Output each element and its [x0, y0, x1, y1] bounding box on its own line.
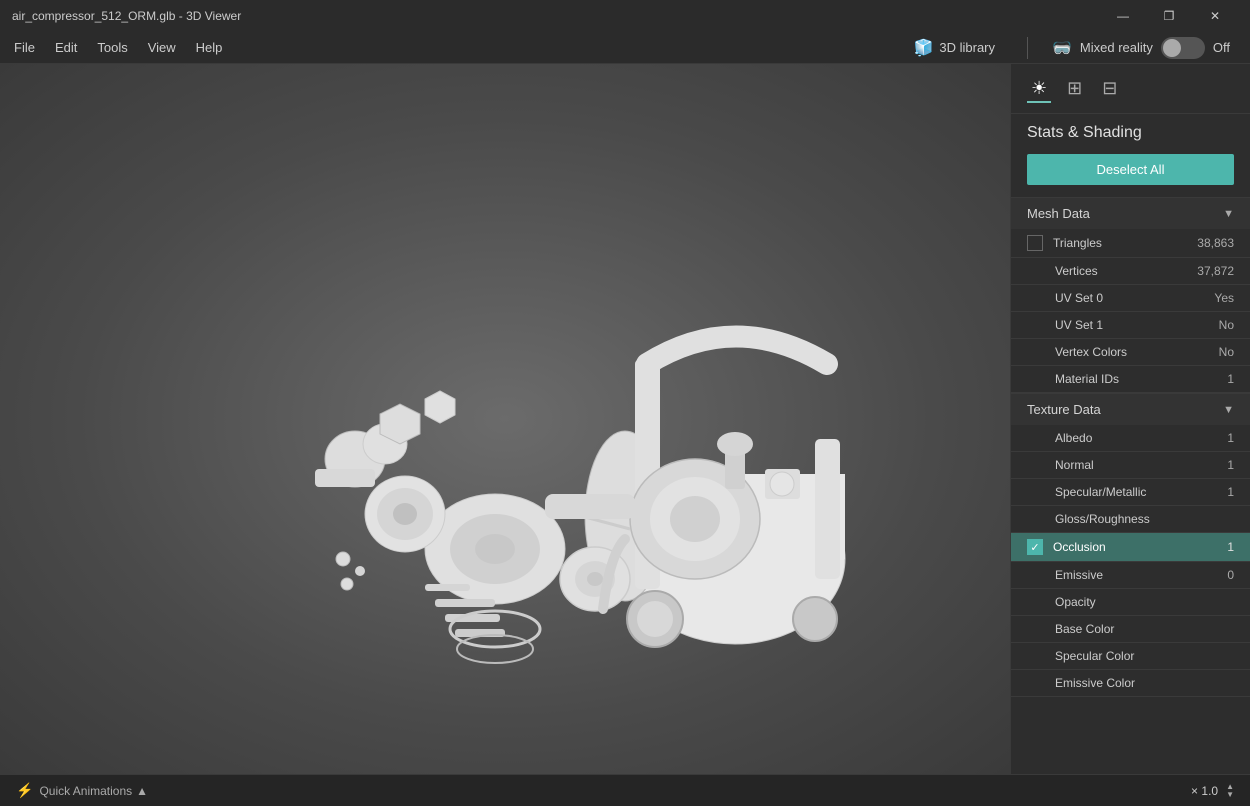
specular-metallic-label: Specular/Metallic	[1055, 485, 1227, 499]
bottom-right: × 1.0 ▲ ▼	[1191, 783, 1234, 799]
grid-icon[interactable]: ⊞	[1063, 74, 1086, 103]
triangles-label: Triangles	[1053, 236, 1197, 250]
table-row: Specular Color	[1011, 643, 1250, 670]
mixed-reality-state: Off	[1213, 40, 1230, 55]
vertex-colors-label: Vertex Colors	[1055, 345, 1219, 359]
zoom-value: × 1.0	[1191, 784, 1218, 798]
mixed-reality-area: 🥽 Mixed reality Off	[1052, 37, 1230, 59]
right-panel: ☀ ⊞ ⊟ Stats & Shading Deselect All Mesh …	[1010, 64, 1250, 774]
normal-value: 1	[1227, 458, 1234, 472]
menu-tools[interactable]: Tools	[87, 36, 137, 59]
3d-library-button[interactable]: 🧊 3D library	[905, 34, 1003, 62]
vertices-label: Vertices	[1055, 264, 1197, 278]
occlusion-label: Occlusion	[1053, 540, 1227, 554]
window-controls: — ❐ ✕	[1100, 0, 1238, 32]
uvset0-value: Yes	[1214, 291, 1234, 305]
table-row: Triangles 38,863	[1011, 229, 1250, 258]
main-area: ☀ ⊞ ⊟ Stats & Shading Deselect All Mesh …	[0, 64, 1250, 774]
animations-chevron-up[interactable]: ▲	[136, 784, 148, 798]
menu-help[interactable]: Help	[186, 36, 233, 59]
specular-color-label: Specular Color	[1055, 649, 1234, 663]
bottom-bar: ⚡ Quick Animations ▲ × 1.0 ▲ ▼	[0, 774, 1250, 806]
uvset0-label: UV Set 0	[1055, 291, 1214, 305]
occlusion-checkbox[interactable]	[1027, 539, 1043, 555]
animations-icon: ⚡	[16, 782, 33, 799]
mixed-reality-icon: 🥽	[1052, 38, 1072, 58]
mixed-reality-label: Mixed reality	[1080, 40, 1153, 55]
menubar-right: 🧊 3D library 🥽 Mixed reality Off	[905, 34, 1246, 62]
normal-label: Normal	[1055, 458, 1227, 472]
table-row: Base Color	[1011, 616, 1250, 643]
albedo-label: Albedo	[1055, 431, 1227, 445]
deselect-all-button[interactable]: Deselect All	[1027, 154, 1234, 185]
table-row: UV Set 1 No	[1011, 312, 1250, 339]
table-row: Vertices 37,872	[1011, 258, 1250, 285]
gloss-roughness-label: Gloss/Roughness	[1055, 512, 1234, 526]
triangles-value: 38,863	[1197, 236, 1234, 250]
table-row: Specular/Metallic 1	[1011, 479, 1250, 506]
separator	[1027, 37, 1028, 59]
material-ids-value: 1	[1227, 372, 1234, 386]
vertex-colors-value: No	[1219, 345, 1234, 359]
table-row: Opacity	[1011, 589, 1250, 616]
table-row: Vertex Colors No	[1011, 339, 1250, 366]
material-ids-label: Material IDs	[1055, 372, 1227, 386]
mesh-data-label: Mesh Data	[1027, 206, 1090, 221]
menu-bar: File Edit Tools View Help 🧊 3D library 🥽…	[0, 32, 1250, 64]
library-icon: 🧊	[913, 38, 933, 58]
base-color-label: Base Color	[1055, 622, 1234, 636]
minimize-button[interactable]: —	[1100, 0, 1146, 32]
emissive-color-label: Emissive Color	[1055, 676, 1234, 690]
menu-edit[interactable]: Edit	[45, 36, 87, 59]
occlusion-value: 1	[1227, 540, 1234, 554]
opacity-label: Opacity	[1055, 595, 1234, 609]
table-row: Gloss/Roughness	[1011, 506, 1250, 533]
emissive-label: Emissive	[1055, 568, 1227, 582]
specular-metallic-value: 1	[1227, 485, 1234, 499]
mesh-data-header[interactable]: Mesh Data ▼	[1011, 197, 1250, 229]
table-row: Normal 1	[1011, 452, 1250, 479]
emissive-value: 0	[1227, 568, 1234, 582]
table-row: UV Set 0 Yes	[1011, 285, 1250, 312]
app-title: air_compressor_512_ORM.glb - 3D Viewer	[12, 9, 1100, 23]
texture-data-header[interactable]: Texture Data ▼	[1011, 393, 1250, 425]
texture-data-label: Texture Data	[1027, 402, 1101, 417]
title-bar: air_compressor_512_ORM.glb - 3D Viewer —…	[0, 0, 1250, 32]
zoom-arrows[interactable]: ▲ ▼	[1226, 783, 1234, 799]
panel-toolbar: ☀ ⊞ ⊟	[1011, 64, 1250, 114]
mixed-reality-toggle[interactable]	[1161, 37, 1205, 59]
table-row: Occlusion 1	[1011, 533, 1250, 562]
texture-data-chevron: ▼	[1223, 404, 1234, 416]
toggle-knob	[1163, 39, 1181, 57]
table-row: Emissive Color	[1011, 670, 1250, 697]
table-row: Material IDs 1	[1011, 366, 1250, 393]
uvset1-value: No	[1219, 318, 1234, 332]
vertices-value: 37,872	[1197, 264, 1234, 278]
menu-view[interactable]: View	[138, 36, 186, 59]
library-label: 3D library	[939, 40, 995, 55]
sun-icon[interactable]: ☀	[1027, 74, 1051, 103]
table-icon[interactable]: ⊟	[1098, 74, 1121, 103]
table-row: Albedo 1	[1011, 425, 1250, 452]
restore-button[interactable]: ❐	[1146, 0, 1192, 32]
uvset1-label: UV Set 1	[1055, 318, 1219, 332]
albedo-value: 1	[1227, 431, 1234, 445]
3d-viewport[interactable]	[0, 64, 1010, 774]
triangles-checkbox[interactable]	[1027, 235, 1043, 251]
3d-model-display	[115, 159, 895, 679]
table-row: Emissive 0	[1011, 562, 1250, 589]
mesh-data-chevron: ▼	[1223, 208, 1234, 220]
animations-label: Quick Animations	[39, 784, 132, 798]
menu-file[interactable]: File	[4, 36, 45, 59]
panel-title: Stats & Shading	[1011, 114, 1250, 150]
close-button[interactable]: ✕	[1192, 0, 1238, 32]
